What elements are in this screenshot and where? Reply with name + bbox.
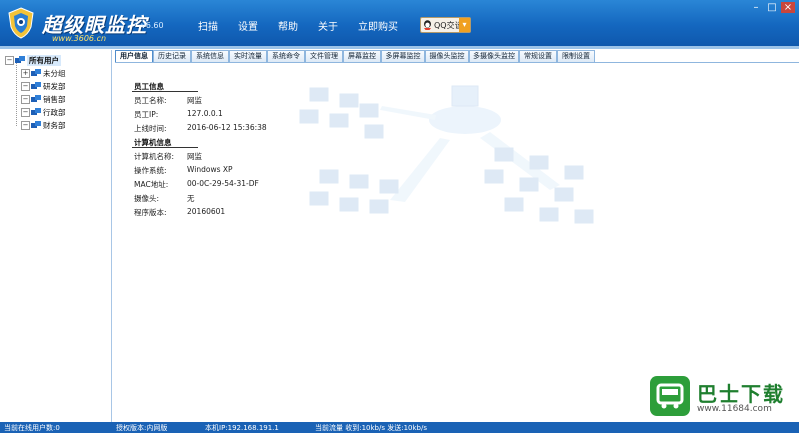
tree-node-label: 未分组 xyxy=(43,69,66,78)
badge-url: www.11684.com xyxy=(697,404,772,414)
minimize-button[interactable]: – xyxy=(749,2,763,13)
tree-node-label: 研发部 xyxy=(43,82,66,91)
tab-file-manager[interactable]: 文件管理 xyxy=(305,50,343,62)
download-site-badge: 巴士下载 www.11684.com xyxy=(650,376,798,420)
user-group-icon xyxy=(31,108,41,115)
tree-node-label: 所有用户 xyxy=(27,55,61,66)
program-version-value: 20160601 xyxy=(187,207,226,216)
tab-screen-monitor[interactable]: 屏幕监控 xyxy=(343,50,381,62)
current-traffic: 当前流量 收到:10kb/s 发送:10kb/s xyxy=(315,424,427,432)
qq-chat-button[interactable]: QQ交谈 ▾ xyxy=(420,17,471,33)
license-version: 授权版本:内网版 xyxy=(116,424,168,432)
chevron-down-icon[interactable]: ▾ xyxy=(459,18,470,32)
status-bar: 当前在线用户数:0 授权版本:内网版 本机IP:192.168.191.1 当前… xyxy=(0,422,799,433)
tab-multi-camera-monitor[interactable]: 多摄像头监控 xyxy=(469,50,519,62)
user-group-icon xyxy=(15,56,25,63)
shield-logo-icon xyxy=(8,7,34,39)
user-group-icon xyxy=(31,69,41,76)
tab-general-settings[interactable]: 常规设置 xyxy=(519,50,557,62)
user-group-icon xyxy=(31,95,41,102)
header-divider xyxy=(0,46,799,49)
tree-node-label: 财务部 xyxy=(43,121,66,130)
expand-icon[interactable]: − xyxy=(21,82,30,91)
expand-icon[interactable]: − xyxy=(21,95,30,104)
section-underline xyxy=(132,91,198,92)
tree-node-label: 行政部 xyxy=(43,108,66,117)
camera-label: 摄像头: xyxy=(134,194,160,203)
menu-about[interactable]: 关于 xyxy=(318,18,338,33)
tab-history[interactable]: 历史记录 xyxy=(153,50,191,62)
tab-multi-screen-monitor[interactable]: 多屏幕监控 xyxy=(381,50,425,62)
expand-icon[interactable]: + xyxy=(21,69,30,78)
qq-penguin-icon xyxy=(424,20,431,30)
employee-name-value: 网监 xyxy=(187,96,202,105)
expand-icon[interactable]: − xyxy=(21,121,30,130)
employee-name-label: 员工名称: xyxy=(134,96,167,105)
online-time-value: 2016-06-12 15:36:38 xyxy=(187,123,267,132)
title-bar: 超级眼监控 v6.60 www.3606.cn 扫描 设置 帮助 关于 立即购买… xyxy=(0,0,799,46)
app-version: v6.60 xyxy=(141,21,164,30)
badge-title: 巴士下载 xyxy=(697,382,785,406)
program-version-label: 程序版本: xyxy=(134,208,167,217)
os-value: Windows XP xyxy=(187,165,233,174)
network-illustration xyxy=(299,85,594,224)
section-underline xyxy=(132,147,198,148)
app-url: www.3606.cn xyxy=(52,34,107,43)
mac-label: MAC地址: xyxy=(134,180,169,189)
bus-logo-icon xyxy=(650,376,690,416)
expand-icon[interactable]: − xyxy=(21,108,30,117)
tab-restriction-settings[interactable]: 限制设置 xyxy=(557,50,595,62)
collapse-icon[interactable]: − xyxy=(5,56,14,65)
computer-name-label: 计算机名称: xyxy=(134,152,175,161)
close-button[interactable]: × xyxy=(781,2,795,13)
maximize-button[interactable]: □ xyxy=(765,2,779,13)
app-logo: 超级眼监控 v6.60 www.3606.cn xyxy=(6,5,306,43)
camera-value: 无 xyxy=(187,194,195,203)
tab-bar: 用户信息 历史记录 系统信息 实时流量 系统命令 文件管理 屏幕监控 多屏幕监控… xyxy=(115,50,595,62)
tab-system-command[interactable]: 系统命令 xyxy=(267,50,305,62)
os-label: 操作系统: xyxy=(134,166,167,175)
tab-camera-monitor[interactable]: 摄像头监控 xyxy=(425,50,469,62)
tree-guide-line xyxy=(16,60,17,126)
menu-settings[interactable]: 设置 xyxy=(238,18,258,33)
tab-user-info[interactable]: 用户信息 xyxy=(115,50,153,62)
user-group-icon xyxy=(31,121,41,128)
tree-node-label: 销售部 xyxy=(43,95,66,104)
employee-ip-label: 员工IP: xyxy=(134,110,159,119)
tab-realtime-traffic[interactable]: 实时流量 xyxy=(229,50,267,62)
menu-buy-now[interactable]: 立即购买 xyxy=(358,18,398,33)
local-ip: 本机IP:192.168.191.1 xyxy=(205,424,279,432)
menu-help[interactable]: 帮助 xyxy=(278,18,298,33)
computer-name-value: 网监 xyxy=(187,152,202,161)
tab-system-info[interactable]: 系统信息 xyxy=(191,50,229,62)
online-users-count: 当前在线用户数:0 xyxy=(4,424,60,432)
user-group-icon xyxy=(31,82,41,89)
online-time-label: 上线时间: xyxy=(134,124,167,133)
mac-value: 00-0C-29-54-31-DF xyxy=(187,179,259,188)
user-tree: − 所有用户 + 未分组 − 研发部 − 销售部 − 行政部 − 财务部 xyxy=(3,50,112,422)
menu-scan[interactable]: 扫描 xyxy=(198,18,218,33)
employee-ip-value: 127.0.0.1 xyxy=(187,109,223,118)
